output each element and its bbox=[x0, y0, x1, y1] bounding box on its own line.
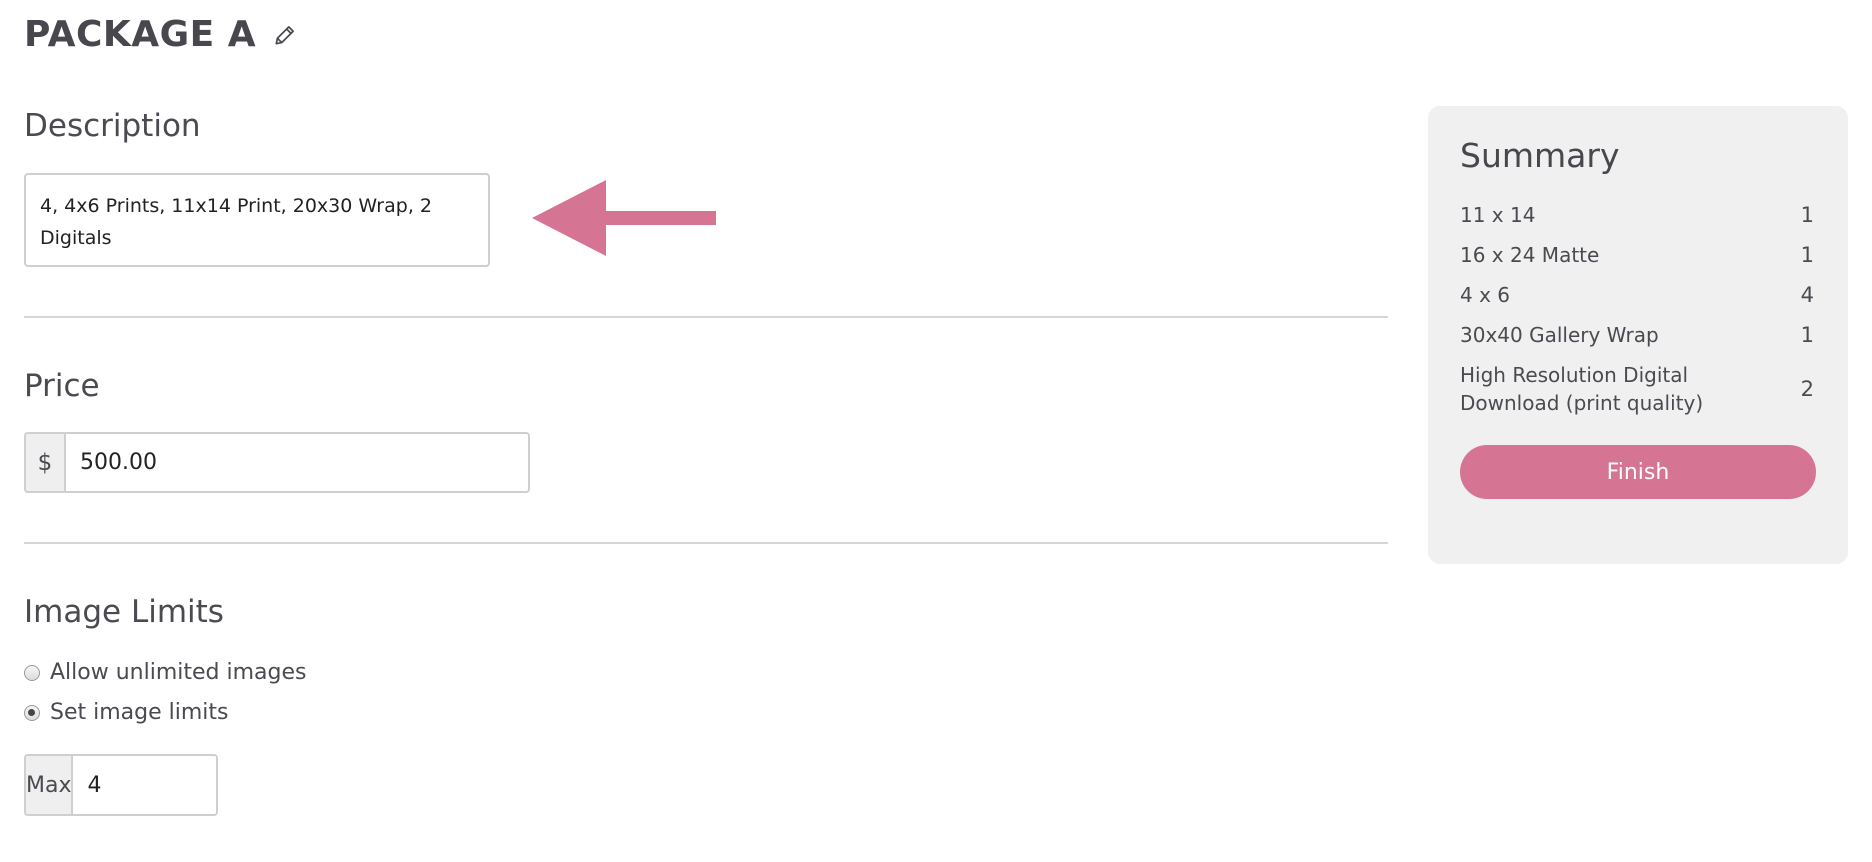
summary-item: High Resolution Digital Download (print … bbox=[1460, 361, 1816, 417]
package-header: PACKAGE A bbox=[24, 14, 298, 55]
finish-button[interactable]: Finish bbox=[1460, 445, 1816, 499]
summary-item-name: 11 x 14 bbox=[1460, 203, 1536, 227]
summary-item: 4 x 6 4 bbox=[1460, 281, 1816, 309]
summary-item-name: 16 x 24 Matte bbox=[1460, 243, 1600, 267]
price-input-group: $ bbox=[24, 432, 530, 493]
section-divider bbox=[24, 316, 1388, 318]
summary-item: 30x40 Gallery Wrap 1 bbox=[1460, 321, 1816, 349]
radio-label: Allow unlimited images bbox=[50, 660, 307, 685]
package-editor: PACKAGE A Description 4, 4x6 Prints, 11x… bbox=[0, 0, 1872, 862]
summary-item-name: 4 x 6 bbox=[1460, 283, 1510, 307]
summary-title: Summary bbox=[1460, 136, 1620, 175]
summary-item: 16 x 24 Matte 1 bbox=[1460, 241, 1816, 269]
summary-item-qty: 4 bbox=[1800, 283, 1814, 307]
radio-set-image-limits[interactable]: Set image limits bbox=[24, 700, 229, 725]
summary-item-qty: 2 bbox=[1800, 377, 1814, 401]
summary-item-qty: 1 bbox=[1800, 243, 1814, 267]
max-images-input[interactable] bbox=[73, 756, 216, 814]
summary-item-qty: 1 bbox=[1800, 203, 1814, 227]
description-textarea[interactable]: 4, 4x6 Prints, 11x14 Print, 20x30 Wrap, … bbox=[24, 173, 490, 267]
currency-addon: $ bbox=[26, 434, 66, 491]
radio-label: Set image limits bbox=[50, 700, 229, 725]
section-divider bbox=[24, 542, 1388, 544]
summary-item-name: High Resolution Digital Download (print … bbox=[1460, 363, 1704, 415]
price-heading: Price bbox=[24, 368, 100, 404]
image-limits-heading: Image Limits bbox=[24, 594, 224, 630]
summary-panel: Summary 11 x 14 1 16 x 24 Matte 1 4 x 6 … bbox=[1428, 106, 1848, 564]
summary-item-name: 30x40 Gallery Wrap bbox=[1460, 323, 1659, 347]
radio-unlimited-images[interactable]: Allow unlimited images bbox=[24, 660, 306, 685]
summary-list: 11 x 14 1 16 x 24 Matte 1 4 x 6 4 30x40 … bbox=[1460, 201, 1816, 417]
summary-item-qty: 1 bbox=[1800, 323, 1814, 347]
arrow-left-icon bbox=[532, 180, 716, 256]
radio-button[interactable] bbox=[24, 664, 40, 681]
description-heading: Description bbox=[24, 108, 201, 144]
max-addon: Max bbox=[26, 756, 74, 814]
summary-item: 11 x 14 1 bbox=[1460, 201, 1816, 229]
package-title: PACKAGE A bbox=[24, 14, 257, 55]
pencil-icon[interactable] bbox=[272, 22, 298, 48]
price-input[interactable] bbox=[66, 434, 528, 491]
radio-button-checked[interactable] bbox=[24, 704, 40, 721]
max-images-input-group: Max bbox=[24, 754, 218, 816]
